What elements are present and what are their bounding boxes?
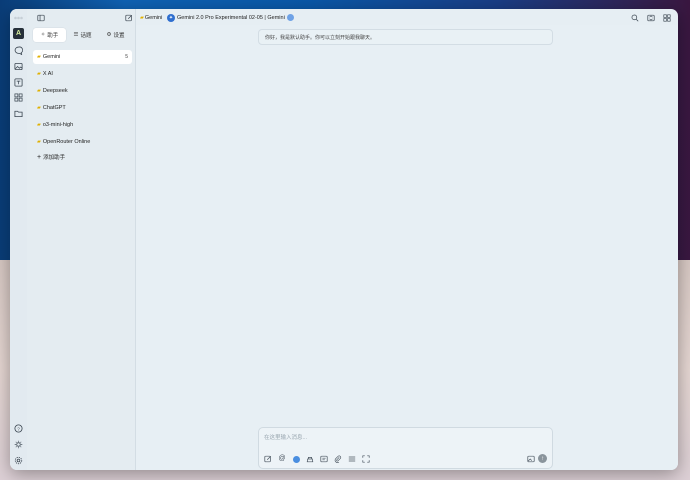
- web-search-globe-icon[interactable]: [292, 455, 300, 463]
- model-title: Gemini 2.0 Pro Experimental 02-05 | Gemi…: [177, 14, 285, 21]
- chat-area: 你好，我是默认助手。你可以立刻开始跟我聊天。 在这里输入消息... @ ↑: [136, 25, 678, 470]
- attachment-paperclip-icon[interactable]: [334, 455, 342, 463]
- tab-topics[interactable]: ☰ 话题: [66, 28, 99, 42]
- title-bar: ▰ Gemini ✦ Gemini 2.0 Pro Experimental 0…: [10, 9, 678, 25]
- send-button[interactable]: ↑: [538, 454, 547, 463]
- assistant-item-xai[interactable]: ▰ X AI: [33, 67, 132, 81]
- mention-at-icon[interactable]: @: [278, 455, 286, 463]
- assistant-label: o3-mini-high: [42, 122, 74, 128]
- topic-count-badge: 5: [125, 54, 128, 60]
- folder-emoji-icon: ▰: [37, 139, 41, 145]
- assistant-label: OpenRouter Online: [42, 139, 91, 145]
- greeting-message: 你好，我是默认助手。你可以立刻开始跟我聊天。: [258, 29, 553, 45]
- folder-emoji-icon: ▰: [37, 71, 41, 77]
- quick-phrases-icon[interactable]: [348, 455, 356, 463]
- folder-emoji-icon: ▰: [37, 105, 41, 111]
- translate-icon[interactable]: [13, 77, 24, 88]
- assistant-label: Gemini: [42, 54, 61, 60]
- icon-rail: A ?: [10, 9, 27, 470]
- expand-window-icon[interactable]: [647, 12, 655, 23]
- gear-icon: ⚙: [106, 32, 112, 38]
- image-icon[interactable]: [13, 61, 24, 72]
- prompt-template-icon[interactable]: [320, 455, 328, 463]
- folder-icon[interactable]: [13, 108, 24, 119]
- assistant-tab-label: Gemini: [144, 14, 163, 21]
- svg-text:?: ?: [17, 426, 20, 431]
- assistant-item-deepseek[interactable]: ▰ Deepseek: [33, 84, 132, 98]
- folder-emoji-icon: ▰: [37, 54, 41, 60]
- model-selector[interactable]: ✦ Gemini 2.0 Pro Experimental 02-05 | Ge…: [167, 12, 294, 23]
- settings-gear-icon[interactable]: [13, 455, 24, 466]
- message-composer[interactable]: 在这里输入消息... @ ↑: [258, 427, 553, 469]
- sparkle-icon: ✧: [40, 32, 46, 38]
- list-icon: ☰: [73, 32, 79, 38]
- apps-grid-icon[interactable]: [13, 92, 24, 103]
- web-globe-icon: [286, 14, 294, 21]
- folder-emoji-icon: ▰: [37, 88, 41, 94]
- chat-icon[interactable]: [13, 45, 24, 56]
- tab-label: 设置: [113, 33, 125, 39]
- app-window: A ? ✧ 助手 ☰ 话题 ⚙ 设置 ▰ Gemini 5 ▰ X AI ▰ D…: [10, 9, 678, 470]
- user-avatar[interactable]: A: [13, 28, 24, 39]
- assistant-item-openrouter-online[interactable]: ▰ OpenRouter Online: [33, 135, 132, 149]
- add-assistant-button[interactable]: + 添加助手: [37, 153, 66, 162]
- new-topic-icon[interactable]: [125, 12, 133, 23]
- assistant-label: Deepseek: [42, 88, 68, 94]
- add-assistant-label: 添加助手: [43, 155, 66, 161]
- assistant-item-chatgpt[interactable]: ▰ ChatGPT: [33, 101, 132, 115]
- tab-label: 助手: [47, 33, 59, 39]
- search-icon[interactable]: [631, 12, 639, 23]
- assistant-sidebar: ✧ 助手 ☰ 话题 ⚙ 设置 ▰ Gemini 5 ▰ X AI ▰ Deeps…: [27, 9, 136, 470]
- assistant-label: ChatGPT: [42, 105, 66, 111]
- folder-emoji-icon: ▰: [37, 122, 41, 128]
- layout-grid-icon[interactable]: [663, 12, 671, 23]
- sidebar-tabs: ✧ 助手 ☰ 话题 ⚙ 设置: [33, 28, 132, 42]
- knowledge-base-icon[interactable]: [306, 455, 314, 463]
- assistant-name-tab[interactable]: ▰ Gemini: [140, 12, 162, 23]
- fullscreen-expand-icon[interactable]: [362, 455, 370, 463]
- gemini-logo-icon: ✦: [167, 13, 175, 22]
- composer-toolbar: @: [264, 455, 370, 463]
- plus-icon: +: [37, 153, 42, 161]
- tab-settings[interactable]: ⚙ 设置: [99, 28, 132, 42]
- assistant-item-o3-mini-high[interactable]: ▰ o3-mini-high: [33, 118, 132, 132]
- add-image-icon[interactable]: [527, 455, 535, 463]
- new-topic-icon[interactable]: [264, 455, 272, 463]
- theme-sun-icon[interactable]: [13, 439, 24, 450]
- message-input-placeholder[interactable]: 在这里输入消息...: [264, 433, 307, 441]
- sidebar-toggle-icon[interactable]: [37, 12, 45, 23]
- assistant-label: X AI: [42, 71, 53, 77]
- assistant-list: ▰ Gemini 5 ▰ X AI ▰ Deepseek ▰ ChatGPT ▰…: [33, 50, 132, 152]
- folder-emoji-icon: ▰: [140, 14, 144, 21]
- tab-assistants[interactable]: ✧ 助手: [33, 28, 66, 42]
- help-icon[interactable]: ?: [13, 423, 24, 434]
- arrow-up-icon: ↑: [541, 455, 544, 462]
- assistant-item-gemini[interactable]: ▰ Gemini 5: [33, 50, 132, 64]
- tab-label: 话题: [80, 33, 92, 39]
